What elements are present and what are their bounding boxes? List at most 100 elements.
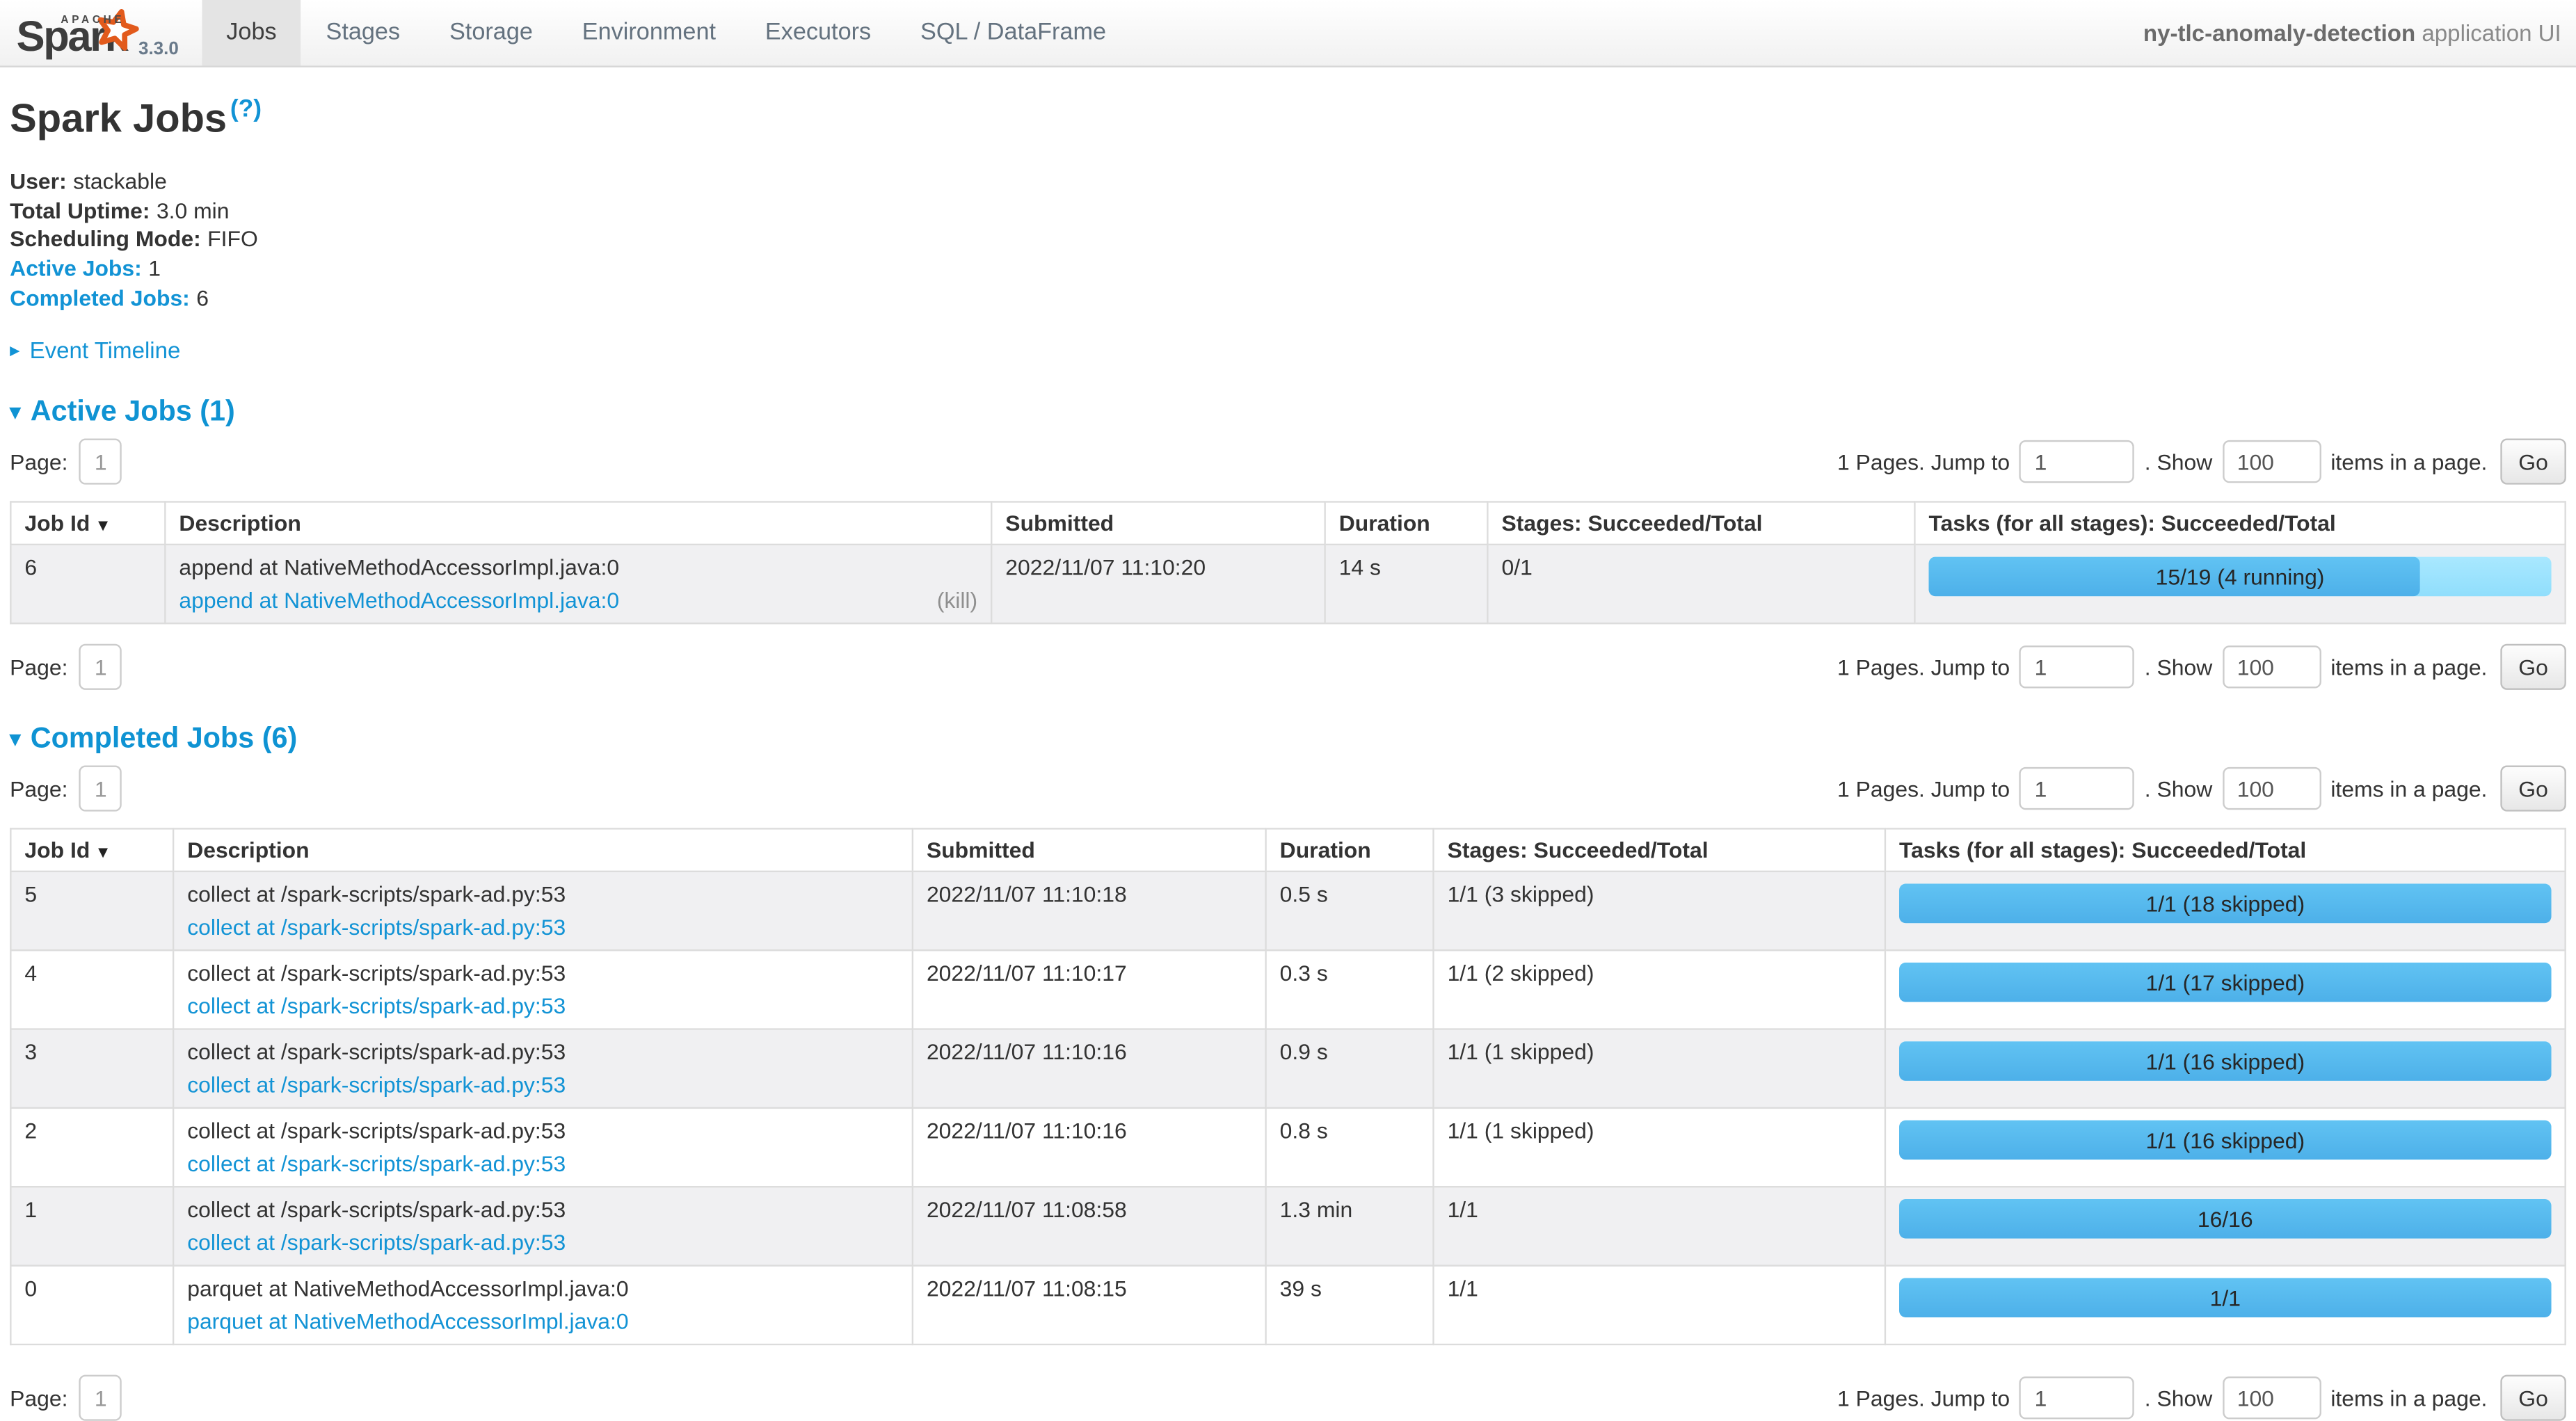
job-detail-link[interactable]: parquet at NativeMethodAccessorImpl.java… bbox=[187, 1309, 628, 1333]
pages-text: 1 Pages. Jump to bbox=[1837, 776, 2010, 801]
active-jobs-heading[interactable]: ▾ Active Jobs (1) bbox=[10, 394, 2566, 429]
active-jobs-table: Job Id▼ Description Submitted Duration S… bbox=[10, 501, 2566, 625]
tasks-progress: 1/1 bbox=[1899, 1278, 2552, 1318]
go-button[interactable]: Go bbox=[2500, 1375, 2566, 1421]
job-id-cell: 0 bbox=[10, 1266, 173, 1344]
go-button[interactable]: Go bbox=[2500, 439, 2566, 485]
tasks-progress: 16/16 bbox=[1899, 1199, 2552, 1239]
job-detail-link[interactable]: collect at /spark-scripts/spark-ad.py:53 bbox=[187, 1152, 566, 1176]
tasks-cell: 1/1 (18 skipped) bbox=[1885, 872, 2566, 950]
stages-cell: 1/1 (2 skipped) bbox=[1433, 950, 1885, 1029]
completed-job-row: 0 parquet at NativeMethodAccessorImpl.ja… bbox=[10, 1266, 2565, 1344]
completed-jobs-link[interactable]: Completed Jobs: bbox=[10, 285, 190, 310]
jump-to-input[interactable] bbox=[2019, 645, 2134, 688]
column-header-job-id[interactable]: Job Id▼ bbox=[10, 502, 165, 545]
tab-environment[interactable]: Environment bbox=[557, 0, 740, 65]
column-header-description[interactable]: Description bbox=[173, 829, 913, 872]
active-job-row: 6 append at NativeMethodAccessorImpl.jav… bbox=[10, 545, 2565, 623]
column-header-description[interactable]: Description bbox=[165, 502, 991, 545]
submitted-cell: 2022/11/07 11:10:20 bbox=[991, 545, 1325, 623]
jump-to-input[interactable] bbox=[2019, 767, 2134, 810]
duration-cell: 0.9 s bbox=[1266, 1029, 1434, 1108]
job-detail-link[interactable]: append at NativeMethodAccessorImpl.java:… bbox=[179, 588, 619, 613]
tasks-progress: 1/1 (18 skipped) bbox=[1899, 884, 2552, 924]
tab-executors[interactable]: Executors bbox=[740, 0, 895, 65]
progress-label: 16/16 bbox=[1899, 1199, 2552, 1239]
stages-cell: 1/1 bbox=[1433, 1187, 1885, 1266]
page-number-input[interactable] bbox=[79, 644, 122, 690]
jump-to-input[interactable] bbox=[2019, 440, 2134, 483]
completed-pagination-bottom: Page: 1 Pages. Jump to . Show items in a… bbox=[10, 1375, 2566, 1421]
completed-job-row: 4 collect at /spark-scripts/spark-ad.py:… bbox=[10, 950, 2565, 1029]
completed-pagination-top: Page: 1 Pages. Jump to . Show items in a… bbox=[10, 766, 2566, 812]
job-detail-link[interactable]: collect at /spark-scripts/spark-ad.py:53 bbox=[187, 1073, 566, 1097]
column-header-job-id[interactable]: Job Id▼ bbox=[10, 829, 173, 872]
show-items-input[interactable] bbox=[2222, 767, 2321, 810]
column-header-submitted[interactable]: Submitted bbox=[991, 502, 1325, 545]
duration-cell: 39 s bbox=[1266, 1266, 1434, 1344]
show-text: . Show bbox=[2145, 776, 2212, 801]
spark-logo: APACHE Spark 3.3.0 bbox=[0, 0, 202, 65]
help-link[interactable]: (?) bbox=[230, 95, 262, 123]
page-label: Page: bbox=[10, 1386, 67, 1410]
sort-desc-icon: ▼ bbox=[95, 517, 111, 536]
duration-cell: 14 s bbox=[1325, 545, 1488, 623]
caret-down-icon: ▾ bbox=[10, 725, 20, 752]
tab-sql-dataframe[interactable]: SQL / DataFrame bbox=[896, 0, 1131, 65]
caret-down-icon: ▾ bbox=[10, 399, 20, 425]
column-header-submitted[interactable]: Submitted bbox=[913, 829, 1266, 872]
tasks-progress: 1/1 (17 skipped) bbox=[1899, 963, 2552, 1002]
submitted-cell: 2022/11/07 11:10:17 bbox=[913, 950, 1266, 1029]
jump-to-input[interactable] bbox=[2019, 1376, 2134, 1419]
job-detail-link[interactable]: collect at /spark-scripts/spark-ad.py:53 bbox=[187, 994, 566, 1018]
tab-jobs[interactable]: Jobs bbox=[202, 0, 301, 65]
go-button[interactable]: Go bbox=[2500, 644, 2566, 690]
stages-cell: 1/1 bbox=[1433, 1266, 1885, 1344]
completed-jobs-heading[interactable]: ▾ Completed Jobs (6) bbox=[10, 721, 2566, 756]
job-id-cell: 3 bbox=[10, 1029, 173, 1108]
duration-cell: 0.3 s bbox=[1266, 950, 1434, 1029]
page-number-input[interactable] bbox=[79, 766, 122, 812]
column-header-duration[interactable]: Duration bbox=[1325, 502, 1488, 545]
column-header-duration[interactable]: Duration bbox=[1266, 829, 1434, 872]
job-description-cell: collect at /spark-scripts/spark-ad.py:53… bbox=[173, 1029, 913, 1108]
page-number-input[interactable] bbox=[79, 1375, 122, 1421]
job-description-cell: collect at /spark-scripts/spark-ad.py:53… bbox=[173, 872, 913, 950]
application-title: ny-tlc-anomaly-detection application UI bbox=[2143, 19, 2576, 46]
show-items-input[interactable] bbox=[2222, 440, 2321, 483]
spark-version: 3.3.0 bbox=[138, 40, 179, 59]
event-timeline-toggle[interactable]: ▸ Event Timeline bbox=[10, 337, 2566, 363]
go-button[interactable]: Go bbox=[2500, 766, 2566, 812]
tab-stages[interactable]: Stages bbox=[301, 0, 424, 65]
job-id-cell: 2 bbox=[10, 1108, 173, 1187]
column-header-tasks[interactable]: Tasks (for all stages): Succeeded/Total bbox=[1885, 829, 2566, 872]
column-header-tasks[interactable]: Tasks (for all stages): Succeeded/Total bbox=[1914, 502, 2565, 545]
summary-user: User:stackable bbox=[10, 168, 2566, 197]
kill-link[interactable]: (kill) bbox=[937, 588, 977, 613]
submitted-cell: 2022/11/07 11:10:18 bbox=[913, 872, 1266, 950]
active-pagination-top: Page: 1 Pages. Jump to . Show items in a… bbox=[10, 439, 2566, 485]
completed-job-row: 3 collect at /spark-scripts/spark-ad.py:… bbox=[10, 1029, 2565, 1108]
page-number-input[interactable] bbox=[79, 439, 122, 485]
column-header-stages[interactable]: Stages: Succeeded/Total bbox=[1433, 829, 1885, 872]
active-jobs-link[interactable]: Active Jobs: bbox=[10, 256, 142, 280]
job-description-cell: parquet at NativeMethodAccessorImpl.java… bbox=[173, 1266, 913, 1344]
summary-completed-jobs: Completed Jobs:6 bbox=[10, 283, 2566, 312]
job-summary: User:stackable Total Uptime:3.0 min Sche… bbox=[10, 168, 2566, 312]
event-timeline-label: Event Timeline bbox=[30, 337, 181, 363]
job-detail-link[interactable]: collect at /spark-scripts/spark-ad.py:53 bbox=[187, 1230, 566, 1255]
completed-job-row: 1 collect at /spark-scripts/spark-ad.py:… bbox=[10, 1187, 2565, 1266]
job-detail-link[interactable]: collect at /spark-scripts/spark-ad.py:53 bbox=[187, 915, 566, 940]
tasks-cell: 1/1 (17 skipped) bbox=[1885, 950, 2566, 1029]
items-text: items in a page. bbox=[2330, 449, 2487, 474]
application-name: ny-tlc-anomaly-detection bbox=[2143, 19, 2415, 46]
job-description-cell: collect at /spark-scripts/spark-ad.py:53… bbox=[173, 950, 913, 1029]
completed-job-row: 5 collect at /spark-scripts/spark-ad.py:… bbox=[10, 872, 2565, 950]
tab-storage[interactable]: Storage bbox=[425, 0, 558, 65]
show-items-input[interactable] bbox=[2222, 1376, 2321, 1419]
column-header-stages[interactable]: Stages: Succeeded/Total bbox=[1487, 502, 1914, 545]
show-text: . Show bbox=[2145, 1386, 2212, 1410]
stages-cell: 1/1 (1 skipped) bbox=[1433, 1108, 1885, 1187]
tasks-cell: 15/19 (4 running) bbox=[1914, 545, 2565, 623]
show-items-input[interactable] bbox=[2222, 645, 2321, 688]
